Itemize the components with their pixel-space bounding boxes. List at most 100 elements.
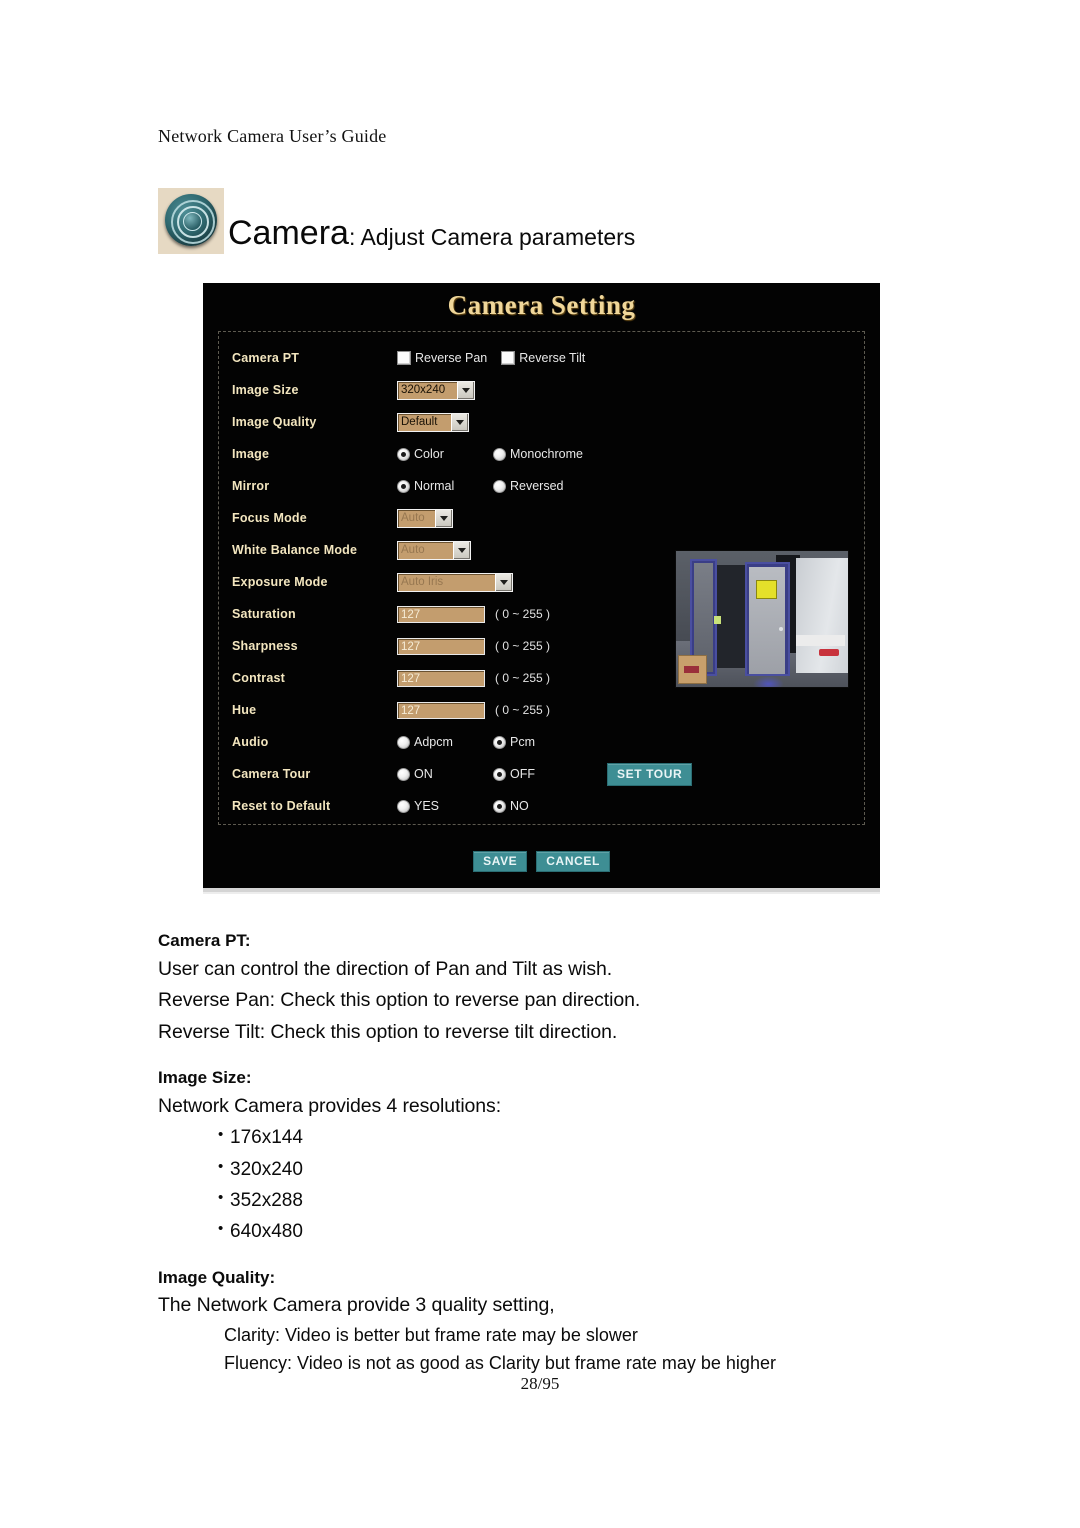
text-image-quality-intro: The Network Camera provide 3 quality set… xyxy=(158,1294,555,1317)
input-sharpness[interactable]: 127 xyxy=(397,637,485,655)
cancel-button[interactable]: CANCEL xyxy=(536,851,610,872)
document-running-header: Network Camera User’s Guide xyxy=(158,126,387,146)
page-title: Camera xyxy=(228,214,349,252)
radio-indicator xyxy=(493,447,506,461)
radio-audio-adpcm[interactable]: Adpcm xyxy=(397,735,493,749)
save-button[interactable]: SAVE xyxy=(473,851,528,872)
section-title: Camera : Adjust Camera parameters xyxy=(158,188,635,254)
select-exposure-mode-value: Auto Iris xyxy=(401,575,444,588)
radio-reset-no[interactable]: NO xyxy=(493,799,589,813)
checkbox-reverse-tilt[interactable] xyxy=(501,351,516,365)
radio-indicator xyxy=(493,767,506,781)
radio-indicator xyxy=(493,799,506,813)
text-camera-pt-2: Reverse Pan: Check this option to revers… xyxy=(158,989,641,1012)
settings-form-container: Camera PT Reverse Pan Reverse Tilt Image… xyxy=(218,331,865,825)
radio-reset-yes[interactable]: YES xyxy=(397,799,493,813)
chevron-down-icon[interactable] xyxy=(451,413,468,431)
row-image-size: Image Size 320x240 xyxy=(232,374,854,406)
radio-image-color[interactable]: Color xyxy=(397,447,493,461)
radio-mirror-normal[interactable]: Normal xyxy=(397,479,493,493)
radio-indicator xyxy=(397,447,410,461)
radio-indicator xyxy=(397,767,410,781)
radio-mirror-reversed-label: Reversed xyxy=(510,479,564,493)
list-item: 352x288 xyxy=(158,1185,958,1216)
label-mirror: Mirror xyxy=(232,479,270,493)
select-exposure-mode[interactable]: Auto Iris xyxy=(397,572,513,592)
input-saturation[interactable]: 127 xyxy=(397,605,485,623)
label-exposure-mode: Exposure Mode xyxy=(232,575,328,589)
hint-contrast-range: ( 0 ~ 255 ) xyxy=(495,671,551,685)
label-saturation: Saturation xyxy=(232,607,296,621)
radio-camera-tour-off[interactable]: OFF xyxy=(493,767,589,781)
live-video-preview xyxy=(675,550,849,688)
radio-audio-adpcm-label: Adpcm xyxy=(414,735,453,749)
label-contrast: Contrast xyxy=(232,671,285,685)
label-camera-pt: Camera PT xyxy=(232,351,300,365)
chevron-down-icon[interactable] xyxy=(495,573,512,591)
label-reset-to-default: Reset to Default xyxy=(232,799,331,813)
radio-indicator xyxy=(397,735,410,749)
panel-action-buttons: SAVE CANCEL xyxy=(203,851,880,872)
label-hue: Hue xyxy=(232,703,257,717)
panel-title: Camera Setting xyxy=(447,290,636,320)
set-tour-button[interactable]: SET TOUR xyxy=(607,763,693,786)
radio-image-monochrome-label: Monochrome xyxy=(510,447,583,461)
chevron-down-icon[interactable] xyxy=(453,541,470,559)
heading-image-size: Image Size: xyxy=(158,1068,252,1088)
select-focus-mode-value: Auto xyxy=(401,511,425,524)
radio-camera-tour-on-label: ON xyxy=(414,767,433,781)
radio-camera-tour-on[interactable]: ON xyxy=(397,767,493,781)
label-image-quality: Image Quality xyxy=(232,415,317,429)
label-reverse-tilt[interactable]: Reverse Tilt xyxy=(519,351,585,365)
radio-indicator xyxy=(397,799,410,813)
heading-camera-pt: Camera PT: xyxy=(158,931,251,950)
row-image-quality: Image Quality Default xyxy=(232,406,854,438)
label-image: Image xyxy=(232,447,270,461)
select-white-balance-mode[interactable]: Auto xyxy=(397,540,471,560)
select-image-size[interactable]: 320x240 xyxy=(397,380,475,400)
label-camera-tour: Camera Tour xyxy=(232,767,311,781)
radio-audio-pcm-label: Pcm xyxy=(510,735,535,749)
radio-mirror-reversed[interactable]: Reversed xyxy=(493,479,623,493)
row-image: Image Color Monochrome xyxy=(232,438,854,470)
checkbox-reverse-pan[interactable] xyxy=(397,351,411,365)
list-item: 640x480 xyxy=(158,1216,958,1247)
label-focus-mode: Focus Mode xyxy=(232,511,307,525)
text-image-size-intro: Network Camera provides 4 resolutions: xyxy=(158,1094,502,1117)
row-mirror: Mirror Normal Reversed xyxy=(232,470,854,502)
label-audio: Audio xyxy=(232,735,269,749)
row-hue: Hue 127 ( 0 ~ 255 ) xyxy=(232,694,854,726)
camera-setting-screenshot: Camera Setting Camera PT Reverse Pan Rev… xyxy=(203,283,880,888)
hint-hue-range: ( 0 ~ 255 ) xyxy=(495,703,551,717)
label-sharpness: Sharpness xyxy=(232,639,298,653)
list-item: 176x144 xyxy=(158,1122,958,1153)
page-subtitle: : Adjust Camera parameters xyxy=(348,224,636,250)
row-reset-to-default: Reset to Default YES NO xyxy=(232,790,854,822)
label-white-balance-mode: White Balance Mode xyxy=(232,543,358,557)
text-camera-pt-3: Reverse Tilt: Check this option to rever… xyxy=(158,1020,618,1043)
radio-camera-tour-off-label: OFF xyxy=(510,767,535,781)
row-camera-tour: Camera Tour ON OFF SET TOUR xyxy=(232,758,854,790)
select-image-quality[interactable]: Default xyxy=(397,412,469,432)
camera-lens-icon xyxy=(158,188,224,254)
chevron-down-icon[interactable] xyxy=(435,509,452,527)
select-image-quality-value: Default xyxy=(401,415,438,428)
select-focus-mode[interactable]: Auto xyxy=(397,508,453,528)
chevron-down-icon[interactable] xyxy=(457,381,474,399)
label-reverse-pan[interactable]: Reverse Pan xyxy=(415,351,487,365)
radio-reset-yes-label: YES xyxy=(414,799,440,813)
radio-image-monochrome[interactable]: Monochrome xyxy=(493,447,623,461)
radio-image-color-label: Color xyxy=(414,447,444,461)
radio-audio-pcm[interactable]: Pcm xyxy=(493,735,623,749)
hint-sharpness-range: ( 0 ~ 255 ) xyxy=(495,639,551,653)
input-hue[interactable]: 127 xyxy=(397,701,485,719)
page-number: 28/95 xyxy=(520,1374,560,1393)
select-white-balance-mode-value: Auto xyxy=(401,543,425,556)
hint-saturation-range: ( 0 ~ 255 ) xyxy=(495,607,551,621)
text-camera-pt-1: User can control the direction of Pan an… xyxy=(158,957,613,980)
list-resolutions: 176x144 320x240 352x288 640x480 xyxy=(158,1122,958,1247)
list-item: 320x240 xyxy=(158,1154,958,1185)
body-copy: Camera PT: User can control the directio… xyxy=(158,928,958,1378)
text-image-quality-clarity: Clarity: Video is better but frame rate … xyxy=(224,1324,638,1345)
input-contrast[interactable]: 127 xyxy=(397,669,485,687)
